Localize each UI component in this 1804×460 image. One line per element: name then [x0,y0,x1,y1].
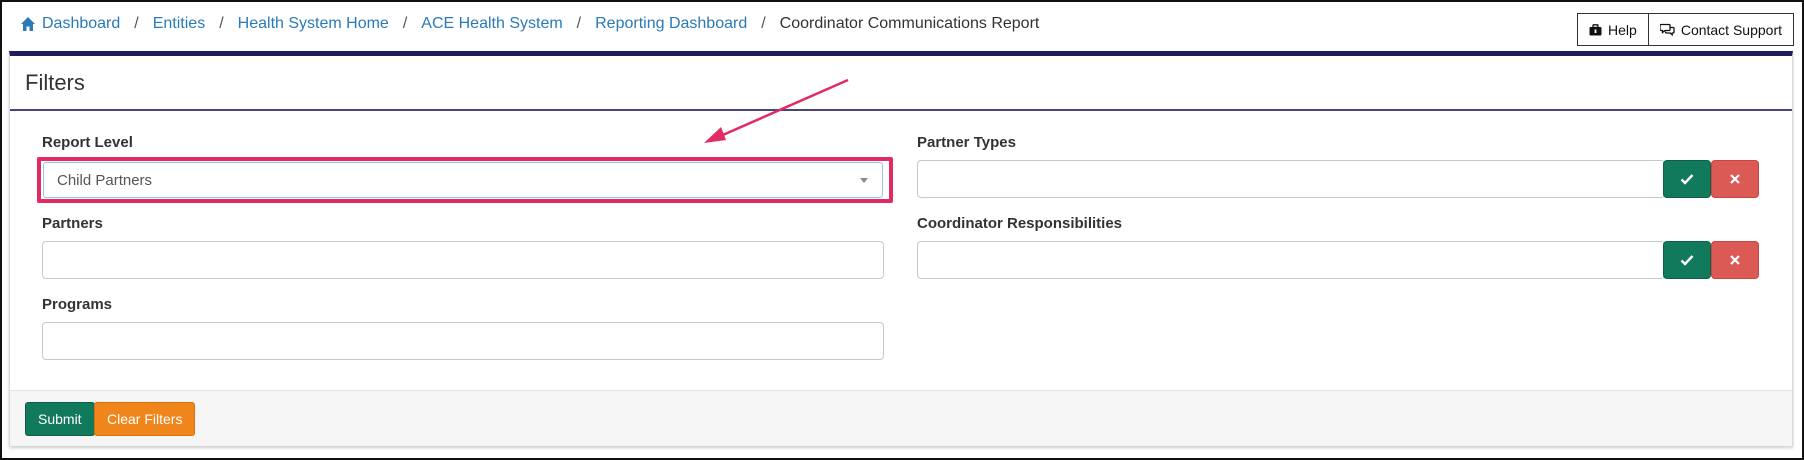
programs-input[interactable] [42,322,884,360]
partner-types-select-all-button[interactable] [1663,160,1711,198]
breadcrumb-reporting-dashboard[interactable]: Reporting Dashboard [595,14,747,34]
report-level-label: Report Level [42,134,133,151]
filters-panel-heading: Filters [10,56,1792,111]
chevron-down-icon [860,178,868,183]
check-icon [1680,255,1694,266]
chat-bubbles-icon [1659,23,1675,36]
breadcrumb-entities[interactable]: Entities [153,14,205,34]
header-actions: Help Contact Support [1577,13,1794,46]
coordinator-responsibilities-input[interactable] [917,241,1665,279]
partners-label: Partners [42,215,103,232]
check-icon [1680,174,1694,185]
partner-types-clear-button[interactable] [1711,160,1759,198]
breadcrumb-ace-health-system[interactable]: ACE Health System [421,14,562,34]
breadcrumb-separator: / [402,15,408,32]
partner-types-label: Partner Types [917,134,1016,151]
coordinator-responsibilities-select-all-button[interactable] [1663,241,1711,279]
filters-panel-footer: Submit Clear Filters [10,390,1792,446]
help-label: Help [1608,21,1637,38]
breadcrumb-health-system-home[interactable]: Health System Home [238,14,389,34]
coordinator-responsibilities-label: Coordinator Responsibilities [917,215,1123,232]
clear-filters-button[interactable]: Clear Filters [94,402,196,436]
contact-support-label: Contact Support [1680,21,1782,38]
partner-types-input[interactable] [917,160,1665,198]
filters-title: Filters [25,69,85,95]
breadcrumb-separator: / [219,15,224,32]
submit-button[interactable]: Submit [25,402,95,436]
breadcrumb-separator: / [134,15,139,32]
close-icon [1730,174,1740,184]
report-level-select[interactable]: Child Partners [43,162,883,198]
breadcrumb-current-page: Coordinator Communications Report [779,15,1040,32]
breadcrumb-dashboard[interactable]: Dashboard [42,14,120,34]
breadcrumb: Dashboard / Entities / Health System Hom… [20,14,1039,34]
report-level-value: Child Partners [57,171,153,189]
contact-support-button[interactable]: Contact Support [1648,13,1794,46]
filters-panel: Filters Report Level Child Partners Part… [9,51,1793,446]
breadcrumb-separator: / [576,15,582,32]
coordinator-responsibilities-clear-button[interactable] [1711,241,1759,279]
home-icon[interactable] [20,16,36,32]
help-button[interactable]: Help [1577,13,1649,46]
programs-label: Programs [42,296,113,313]
breadcrumb-separator: / [761,15,766,32]
partners-input[interactable] [42,241,884,279]
close-icon [1730,255,1740,265]
briefcase-icon [1589,23,1602,36]
